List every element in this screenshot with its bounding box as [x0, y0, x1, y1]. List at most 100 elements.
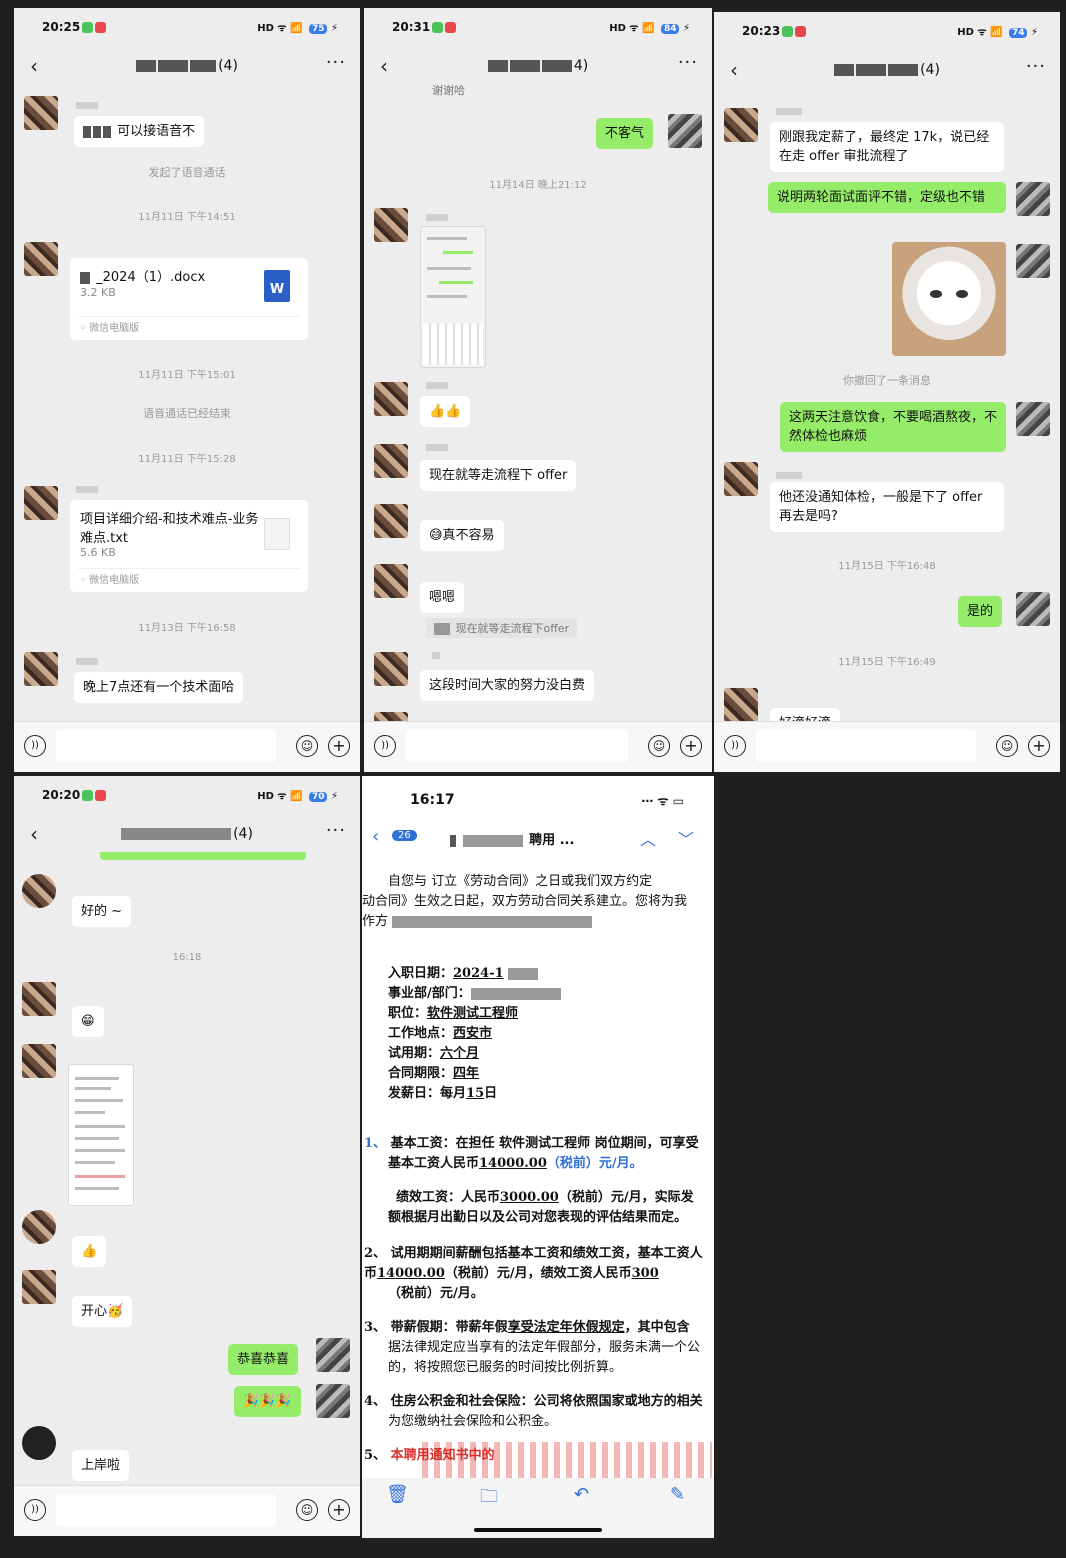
- my-message-bubble[interactable]: 说明两轮面试面评不错，定级也不错: [768, 182, 1006, 213]
- folder-icon[interactable]: 🗀: [480, 1484, 498, 1514]
- reply-icon[interactable]: ↶: [574, 1484, 589, 1505]
- sender-name: [776, 472, 802, 479]
- emoji-icon[interactable]: ☺: [996, 735, 1018, 757]
- avatar[interactable]: [22, 982, 56, 1016]
- contract-term-field: 合同期限：四年: [388, 1066, 480, 1081]
- avatar[interactable]: [374, 208, 408, 242]
- avatar[interactable]: [374, 564, 408, 598]
- my-avatar[interactable]: [316, 1338, 350, 1372]
- more-icon[interactable]: ···: [1026, 56, 1046, 77]
- message-bubble[interactable]: 👍: [72, 1236, 107, 1267]
- more-icon[interactable]: ···: [678, 52, 698, 73]
- more-icon[interactable]: ···: [326, 52, 346, 73]
- message-bubble[interactable]: 这段时间大家的努力没白费: [420, 670, 595, 701]
- timestamp: 11月11日 下午14:51: [138, 212, 236, 223]
- avatar[interactable]: [22, 1270, 56, 1304]
- emoji-icon[interactable]: ☺: [648, 735, 670, 757]
- message-input[interactable]: [756, 730, 976, 762]
- voice-input-icon[interactable]: )): [724, 735, 746, 757]
- input-bar: )) ☺ +: [14, 1485, 360, 1536]
- avatar[interactable]: [724, 108, 758, 142]
- message-bubble[interactable]: 刚跟我定薪了，最终定 17k，说已经在走 offer 审批流程了: [770, 122, 1004, 172]
- plus-icon[interactable]: +: [328, 735, 350, 757]
- member-count: (4): [218, 58, 238, 74]
- message-input[interactable]: [56, 730, 276, 762]
- mail-nav: ‹ 26 聘用 ... ︿ ﹀: [362, 826, 714, 854]
- letter-text: 额根据月出勤日以及公司对您表现的评估结果而定。: [388, 1210, 688, 1225]
- avatar[interactable]: [724, 462, 758, 496]
- message-bubble[interactable]: 好的 ~: [72, 896, 132, 927]
- voice-input-icon[interactable]: )): [374, 735, 396, 757]
- image-message[interactable]: [420, 226, 486, 368]
- message-bubble[interactable]: 开心🥳: [72, 1296, 133, 1327]
- voice-input-icon[interactable]: )): [24, 1499, 46, 1521]
- quoted-message[interactable]: 现在就等走流程下offer: [426, 618, 578, 638]
- message-bubble[interactable]: 他还没通知体检，一般是下了 offer 再去是吗?: [770, 482, 1004, 532]
- chevron-down-icon[interactable]: ﹀: [678, 826, 694, 850]
- emoji-icon[interactable]: ☺: [296, 735, 318, 757]
- compose-icon[interactable]: ✎: [670, 1484, 685, 1505]
- chat-title: 4): [364, 58, 712, 74]
- avatar[interactable]: [724, 688, 758, 722]
- message-bubble[interactable]: 可以接语音不: [74, 116, 205, 147]
- my-avatar[interactable]: [1016, 592, 1050, 626]
- sender-name: [76, 658, 98, 665]
- avatar[interactable]: [24, 96, 58, 130]
- back-icon[interactable]: ‹: [372, 826, 379, 847]
- payday-field: 发薪日：每月15日: [388, 1086, 498, 1101]
- plus-icon[interactable]: +: [328, 1499, 350, 1521]
- avatar[interactable]: [22, 1210, 56, 1244]
- system-message: 你撤回了一条消息: [843, 374, 931, 387]
- avatar[interactable]: [24, 242, 58, 276]
- file-message[interactable]: _2024（1）.docx 3.2 KB W ◦ 微信电脑版: [70, 258, 308, 340]
- trash-icon[interactable]: 🗑: [386, 1484, 409, 1505]
- my-message-bubble[interactable]: 不客气: [596, 118, 654, 149]
- cat-sticker[interactable]: [892, 242, 1006, 356]
- avatar[interactable]: [24, 486, 58, 520]
- avatar[interactable]: [22, 874, 56, 908]
- my-message-bubble[interactable]: 恭喜恭喜: [228, 1344, 299, 1375]
- message-bubble[interactable]: 嗯嗯: [420, 582, 465, 613]
- message-bubble[interactable]: 😅真不容易: [420, 520, 504, 551]
- chevron-up-icon[interactable]: ︿: [640, 826, 656, 850]
- avatar[interactable]: [24, 652, 58, 686]
- my-avatar[interactable]: [1016, 402, 1050, 436]
- unread-count[interactable]: 26: [392, 830, 417, 841]
- message-bubble[interactable]: 上岸啦: [72, 1450, 130, 1481]
- file-message[interactable]: 项目详细介绍-和技术难点-业务难点.txt 5.6 KB ◦ 微信电脑版: [70, 500, 308, 592]
- more-icon[interactable]: ···: [326, 820, 346, 841]
- avatar[interactable]: [374, 504, 408, 538]
- message-input[interactable]: [406, 730, 628, 762]
- voice-input-icon[interactable]: )): [24, 735, 46, 757]
- my-avatar[interactable]: [668, 114, 702, 148]
- avatar[interactable]: [374, 382, 408, 416]
- message-bubble[interactable]: 👍👍: [420, 396, 471, 427]
- message-bubble[interactable]: 晚上7点还有一个技术面哈: [74, 672, 244, 703]
- offer-letter-panel: 16:17 ⋯ ᯤ ▭ ‹ 26 聘用 ... ︿ ﹀ 自您与 订立《劳动合同》…: [362, 776, 714, 1538]
- my-message-bubble[interactable]: 🎉🎉🎉: [234, 1386, 301, 1417]
- my-message-bubble[interactable]: 是的: [958, 596, 1003, 627]
- emoji-icon[interactable]: ☺: [296, 1499, 318, 1521]
- plus-icon[interactable]: +: [680, 735, 702, 757]
- my-avatar[interactable]: [1016, 182, 1050, 216]
- my-message-bubble[interactable]: 这两天注意饮食，不要喝酒熬夜，不然体检也麻烦: [780, 402, 1006, 452]
- my-avatar[interactable]: [316, 1384, 350, 1418]
- avatar[interactable]: [22, 1044, 56, 1078]
- status-icons: ⋯ ᯤ ▭: [641, 794, 684, 808]
- my-avatar[interactable]: [1016, 244, 1050, 278]
- avatar[interactable]: [374, 444, 408, 478]
- file-name: _2024（1）.docx: [80, 268, 250, 287]
- avatar[interactable]: [374, 652, 408, 686]
- message-input[interactable]: [56, 1494, 276, 1526]
- app-icon: [432, 22, 443, 33]
- message-bubble[interactable]: 现在就等走流程下 offer: [420, 460, 577, 491]
- message-bubble[interactable]: 😁: [72, 1006, 104, 1037]
- clause-2-salary: 币14000.00（税前）元/月，绩效工资人民币300: [364, 1266, 659, 1281]
- clause-1-performance: 绩效工资：人民币3000.00（税前）元/月，实际发: [396, 1190, 694, 1205]
- avatar[interactable]: [22, 1426, 56, 1460]
- plus-icon[interactable]: +: [1028, 735, 1050, 757]
- timestamp: 11月11日 下午15:28: [138, 454, 236, 465]
- my-message-bubble[interactable]: [100, 852, 306, 860]
- app-icon: [782, 26, 793, 37]
- image-message[interactable]: [68, 1064, 134, 1206]
